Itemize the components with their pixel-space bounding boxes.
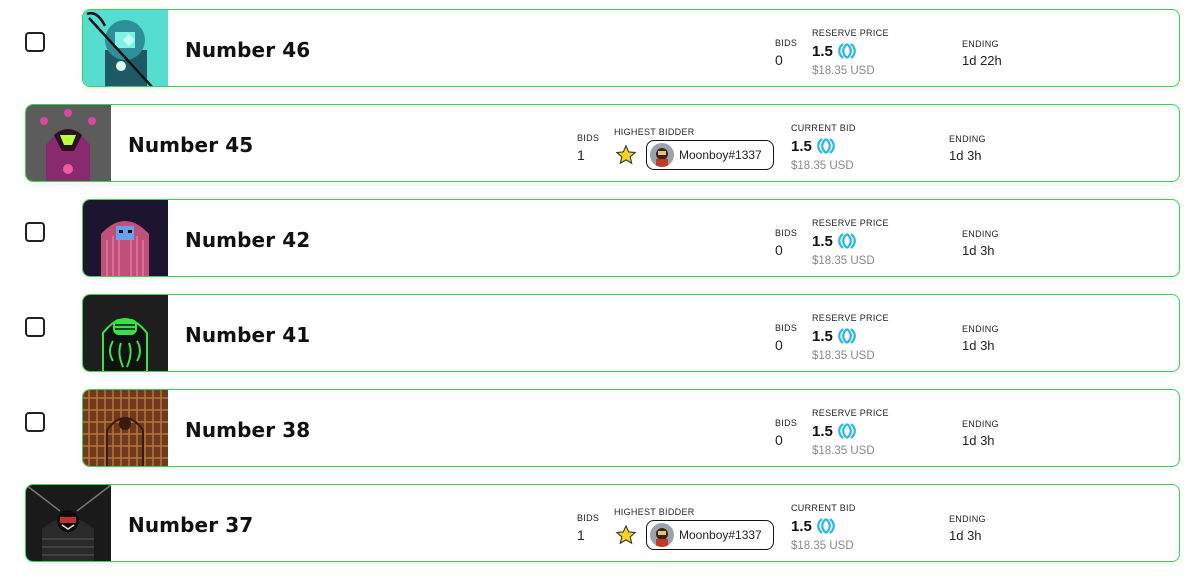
bidder-name: Moonboy#1337 [679,528,762,542]
bids-value: 0 [775,432,783,448]
price-value: 1.5 [812,231,857,251]
currency-coin-icon [837,233,856,249]
reserve-price-label: RESERVE PRICE [812,28,889,38]
usd-value: $18.35 USD [812,445,875,457]
ending-value: 1d 3h [949,148,982,163]
listing-card[interactable]: Number 37 BIDS 1 HIGHEST BIDDER Moonboy#… [25,484,1180,562]
avatar [650,523,674,547]
price-amount: 1.5 [791,137,812,155]
highest-bidder-label: HIGHEST BIDDER [614,127,695,137]
currency-coin-icon [837,423,856,439]
nft-thumbnail [83,295,168,371]
ending-label: ENDING [962,229,999,239]
listing-card[interactable]: Number 45 BIDS 1 HIGHEST BIDDER Moonboy#… [25,104,1180,182]
price-amount: 1.5 [812,42,833,60]
select-checkbox[interactable] [25,222,45,242]
bids-label: BIDS [577,513,600,523]
bids-value: 1 [577,527,585,543]
bidder-chip[interactable]: Moonboy#1337 [646,520,774,550]
usd-value: $18.35 USD [791,540,854,552]
usd-value: $18.35 USD [812,350,875,362]
nft-thumbnail [83,390,168,466]
price-amount: 1.5 [791,517,812,535]
nft-thumbnail [26,485,111,561]
listing-card[interactable]: Number 38 BIDS 0 RESERVE PRICE 1.5 $18.3… [82,389,1180,467]
price-amount: 1.5 [812,327,833,345]
bids-value: 0 [775,52,783,68]
currency-coin-icon [816,138,835,154]
reserve-price-label: RESERVE PRICE [812,408,889,418]
reserve-price-label: RESERVE PRICE [812,313,889,323]
bids-label: BIDS [775,418,798,428]
price-value: 1.5 [812,421,857,441]
ending-value: 1d 3h [949,528,982,543]
listing-title[interactable]: Number 37 [128,513,253,537]
listing-title[interactable]: Number 41 [185,323,310,347]
current-bid-label: CURRENT BID [791,123,856,133]
select-checkbox[interactable] [25,412,45,432]
bids-value: 0 [775,337,783,353]
nft-thumbnail [26,105,111,181]
bidder-name: Moonboy#1337 [679,148,762,162]
price-value: 1.5 [791,516,836,536]
currency-coin-icon [837,43,856,59]
ending-value: 1d 3h [962,338,995,353]
ending-label: ENDING [949,514,986,524]
select-checkbox[interactable] [25,317,45,337]
ending-label: ENDING [962,39,999,49]
listing-title[interactable]: Number 38 [185,418,310,442]
ending-value: 1d 3h [962,433,995,448]
select-checkbox[interactable] [25,32,45,52]
usd-value: $18.35 USD [812,65,875,77]
price-value: 1.5 [812,41,857,61]
ending-label: ENDING [962,324,999,334]
avatar [650,143,674,167]
ending-value: 1d 22h [962,53,1002,68]
listing-title[interactable]: Number 42 [185,228,310,252]
bids-label: BIDS [775,228,798,238]
usd-value: $18.35 USD [791,160,854,172]
bids-label: BIDS [577,133,600,143]
ending-value: 1d 3h [962,243,995,258]
price-amount: 1.5 [812,232,833,250]
star-icon [615,144,637,165]
currency-coin-icon [837,328,856,344]
listing-card[interactable]: Number 41 BIDS 0 RESERVE PRICE 1.5 $18.3… [82,294,1180,372]
ending-label: ENDING [962,419,999,429]
ending-label: ENDING [949,134,986,144]
listing-title[interactable]: Number 45 [128,133,253,157]
usd-value: $18.35 USD [812,255,875,267]
listing-card[interactable]: Number 42 BIDS 0 RESERVE PRICE 1.5 $18.3… [82,199,1180,277]
bids-label: BIDS [775,323,798,333]
nft-thumbnail [83,10,168,86]
bids-value: 1 [577,147,585,163]
bidder-chip[interactable]: Moonboy#1337 [646,140,774,170]
reserve-price-label: RESERVE PRICE [812,218,889,228]
listing-title[interactable]: Number 46 [185,38,310,62]
bids-value: 0 [775,242,783,258]
currency-coin-icon [816,518,835,534]
bids-label: BIDS [775,38,798,48]
price-value: 1.5 [791,136,836,156]
highest-bidder-label: HIGHEST BIDDER [614,507,695,517]
price-value: 1.5 [812,326,857,346]
nft-thumbnail [83,200,168,276]
current-bid-label: CURRENT BID [791,503,856,513]
price-amount: 1.5 [812,422,833,440]
listing-card[interactable]: Number 46 BIDS 0 RESERVE PRICE 1.5 $18.3… [82,9,1180,87]
star-icon [615,524,637,545]
